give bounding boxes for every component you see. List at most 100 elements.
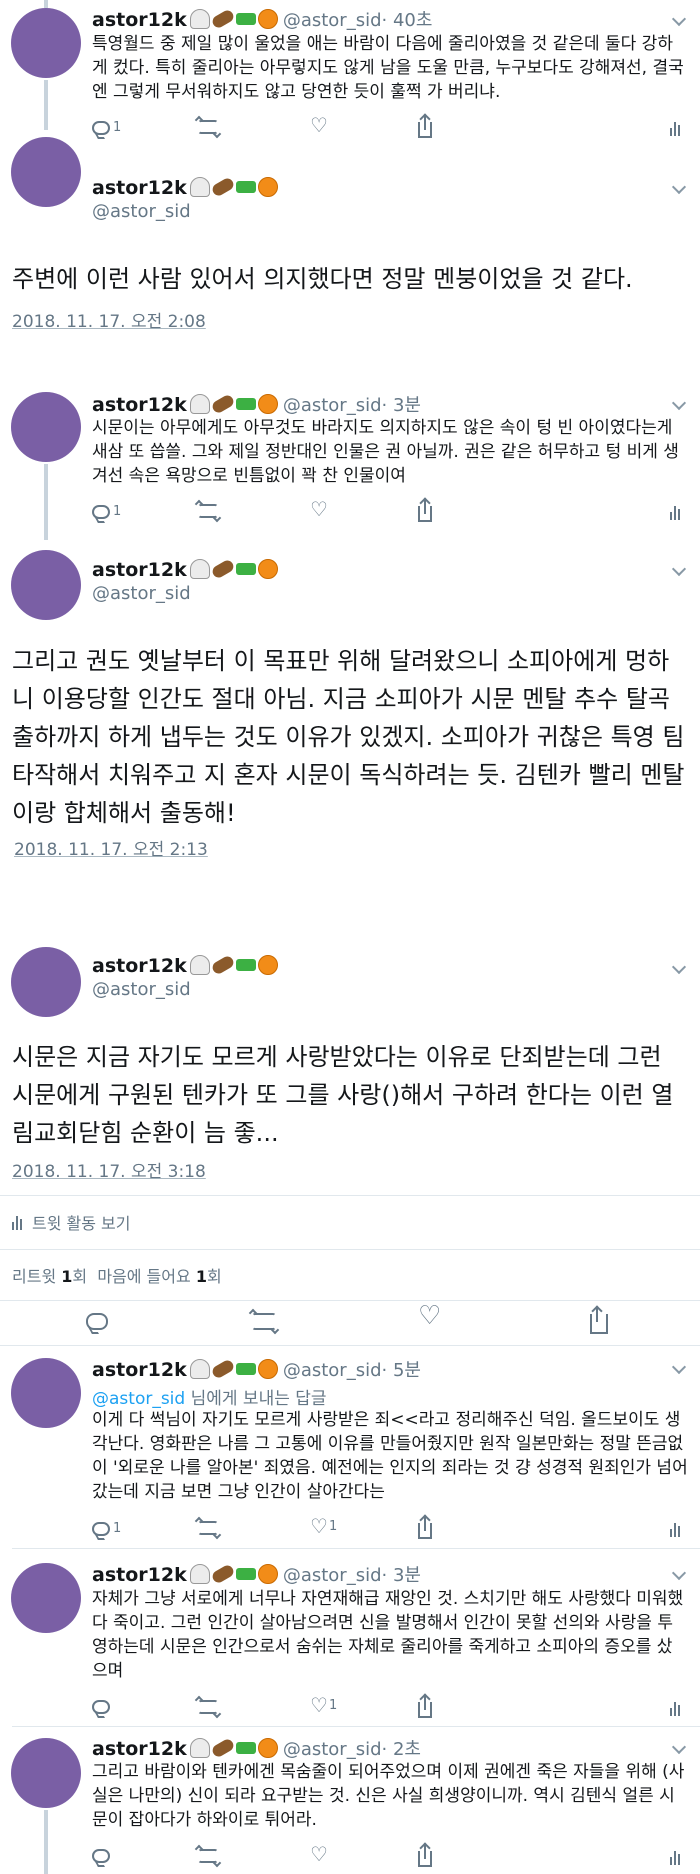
relative-time[interactable]: · 40초 (382, 10, 433, 31)
ghost-emoji (189, 1564, 210, 1584)
tweet-activity-link[interactable]: 트윗 활동 보기 (12, 1210, 131, 1234)
share-icon (418, 1845, 432, 1867)
share-button[interactable] (590, 1308, 608, 1334)
tweet-header: astor12k @astor_sid· 3분 (92, 391, 421, 417)
tweet-timestamp[interactable]: 2018. 11. 17. 오전 2:13 (14, 835, 208, 860)
avatar[interactable] (11, 392, 81, 462)
divider (0, 1249, 700, 1250)
like-button[interactable]: ♡ (310, 1844, 328, 1864)
like-icon: ♡ (418, 1301, 442, 1331)
reply-button[interactable]: 1 (92, 1521, 121, 1536)
chevron-down-icon[interactable] (671, 1359, 687, 1375)
avatar[interactable] (11, 1563, 81, 1633)
user-handle[interactable]: @astor_sid (92, 201, 278, 222)
user-handle[interactable]: @astor_sid (283, 1565, 382, 1586)
display-name[interactable]: astor12k (92, 394, 187, 416)
like-button[interactable]: ♡ (418, 1301, 442, 1331)
stats-button[interactable] (670, 504, 684, 520)
reply-to-mention[interactable]: @astor_sid (92, 1389, 185, 1409)
reply-button[interactable]: 1 (92, 504, 121, 519)
user-handle[interactable]: @astor_sid (92, 979, 278, 1000)
relative-time[interactable]: · 3분 (382, 395, 421, 416)
chevron-down-icon[interactable] (671, 395, 687, 411)
retweet-button[interactable] (198, 120, 218, 134)
user-handle[interactable]: @astor_sid (283, 1360, 382, 1381)
share-button[interactable] (418, 1845, 432, 1867)
stats-icon (670, 1700, 684, 1716)
chevron-down-icon[interactable] (671, 11, 687, 27)
coffin-emoji (210, 1563, 236, 1585)
water-pistol-emoji (235, 1742, 256, 1754)
stats-icon (670, 504, 684, 520)
share-button[interactable] (418, 1517, 432, 1539)
retweet-icon (198, 1700, 218, 1714)
relative-time[interactable]: · 2초 (382, 1739, 421, 1760)
chevron-down-icon[interactable] (671, 561, 687, 577)
display-name[interactable]: astor12k (92, 9, 187, 31)
water-pistol-emoji (235, 1363, 256, 1375)
reply-count: 1 (113, 504, 122, 519)
avatar[interactable] (11, 1358, 81, 1428)
like-icon: ♡ (310, 113, 328, 137)
reply-button[interactable] (92, 1700, 113, 1714)
retweet-icon (198, 1849, 218, 1863)
share-button[interactable] (418, 116, 432, 138)
stats-button[interactable] (670, 1700, 684, 1716)
display-name[interactable]: astor12k (92, 1738, 187, 1760)
stats-button[interactable] (670, 120, 684, 136)
reply-button[interactable] (86, 1313, 108, 1330)
avatar[interactable] (11, 947, 81, 1017)
avatar[interactable] (11, 8, 81, 78)
tweet-timestamp[interactable]: 2018. 11. 17. 오전 2:08 (12, 307, 206, 332)
tweet-text: 특영월드 중 제일 많이 울었을 애는 바람이 다음에 줄리아였을 것 같은데 … (92, 34, 684, 102)
avatar[interactable] (11, 550, 81, 620)
share-icon (418, 1517, 432, 1539)
retweet-count: 1 (61, 1267, 73, 1286)
reply-button[interactable]: 1 (92, 120, 121, 135)
like-button[interactable]: ♡ (310, 113, 328, 137)
jack-o-lantern-emoji (257, 394, 278, 414)
display-name[interactable]: astor12k (92, 1359, 187, 1381)
retweet-button[interactable] (198, 1700, 218, 1714)
user-handle[interactable]: @astor_sid (283, 1739, 382, 1760)
display-name[interactable]: astor12k (92, 177, 187, 199)
retweet-button[interactable] (252, 1313, 276, 1330)
tweet-text: 시문은 지금 자기도 모르게 사랑받았다는 이유로 단죄받는데 그런 시문에게 … (12, 1043, 674, 1147)
divider (0, 1300, 700, 1301)
avatar[interactable] (11, 1738, 81, 1808)
name-emojis (189, 393, 278, 415)
user-handle[interactable]: @astor_sid (283, 395, 382, 416)
user-handle[interactable]: @astor_sid (283, 10, 382, 31)
share-button[interactable] (418, 500, 432, 522)
like-button[interactable]: ♡ (310, 499, 328, 519)
retweet-button[interactable] (198, 1521, 218, 1535)
retweet-button[interactable] (198, 504, 218, 518)
display-name[interactable]: astor12k (92, 559, 187, 581)
stats-button[interactable] (670, 1849, 684, 1865)
chevron-down-icon[interactable] (671, 179, 687, 195)
like-button[interactable]: ♡ 1 (310, 1516, 337, 1536)
tweet-text: 그리고 바람이와 텐카에겐 목숨줄이 되어주었으며 이제 권에겐 죽은 자들을 … (92, 1762, 685, 1830)
tweet-timestamp[interactable]: 2018. 11. 17. 오전 3:18 (12, 1157, 206, 1182)
relative-time[interactable]: · 3분 (382, 1565, 421, 1586)
stats-button[interactable] (670, 1521, 684, 1537)
water-pistol-emoji (235, 1568, 256, 1580)
reply-button[interactable] (92, 1849, 110, 1863)
chevron-down-icon[interactable] (671, 1739, 687, 1755)
name-emojis (189, 954, 278, 976)
chevron-down-icon[interactable] (671, 959, 687, 975)
like-stat[interactable]: 마음에 들어요 1회 (97, 1267, 221, 1286)
tweet-activity-label: 트윗 활동 보기 (32, 1214, 131, 1233)
chevron-down-icon[interactable] (671, 1565, 687, 1581)
retweet-stat[interactable]: 리트윗 1회 (12, 1267, 87, 1286)
display-name[interactable]: astor12k (92, 1564, 187, 1586)
share-button[interactable] (418, 1696, 432, 1718)
divider (0, 1195, 700, 1196)
like-button[interactable]: ♡ 1 (310, 1695, 337, 1715)
retweet-button[interactable] (198, 1849, 218, 1863)
user-handle[interactable]: @astor_sid (92, 583, 278, 604)
display-name[interactable]: astor12k (92, 955, 187, 977)
reply-icon (92, 120, 110, 135)
avatar[interactable] (11, 137, 81, 207)
relative-time[interactable]: · 5분 (382, 1360, 421, 1381)
